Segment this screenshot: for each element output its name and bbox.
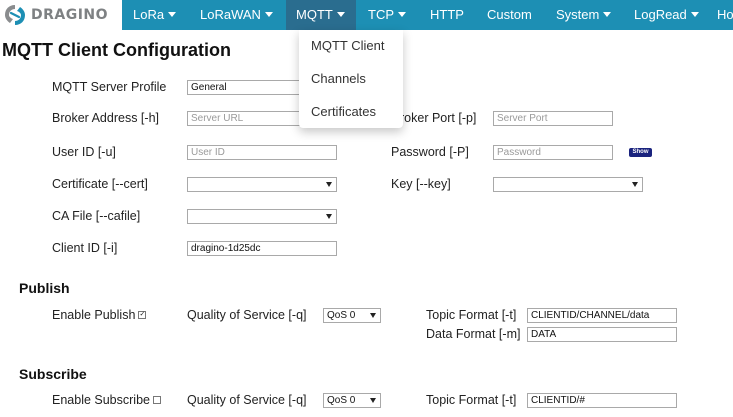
top-navbar: DRAGINO LoRa LoRaWAN MQTT TCP HTTP Custo…	[0, 0, 733, 30]
nav-system-label: System	[556, 7, 600, 22]
publish-qos-label: Quality of Service [-q]	[187, 308, 307, 322]
publish-qos-select[interactable]: QoS 0	[323, 308, 381, 323]
broker-port-input[interactable]: Server Port	[493, 111, 613, 126]
server-profile-value: General	[191, 82, 227, 93]
subscribe-qos-select[interactable]: QoS 0	[323, 393, 381, 408]
client-id-label: Client ID [-i]	[52, 241, 118, 255]
caret-down-icon	[690, 12, 699, 18]
nav-logread-label: LogRead	[634, 7, 687, 22]
broker-port-label: roker Port [-p]	[400, 111, 477, 125]
dragino-logo-icon	[5, 5, 25, 25]
key-select[interactable]	[493, 177, 643, 192]
nav-mqtt-label: MQTT	[296, 7, 333, 22]
certificate-label: Certificate [--cert]	[52, 177, 148, 191]
menu-item-certificates[interactable]: Certificates	[311, 104, 376, 119]
nav-mqtt[interactable]: MQTT	[286, 0, 356, 30]
brand-name: DRAGINO	[31, 7, 109, 23]
select-arrow-icon	[370, 313, 376, 318]
user-id-input[interactable]: User ID	[187, 145, 337, 160]
password-label: Password [-P]	[391, 145, 469, 159]
subscribe-topic-label: Topic Format [-t]	[426, 393, 517, 407]
client-id-input[interactable]: dragino-1d25dc	[187, 241, 337, 256]
caret-down-icon	[603, 12, 612, 18]
enable-subscribe-text: Enable Subscribe	[52, 393, 150, 407]
publish-section-title: Publish	[19, 280, 70, 296]
caret-down-icon	[264, 12, 273, 18]
nav-lora[interactable]: LoRa	[133, 0, 177, 30]
publish-data-label: Data Format [-m]	[426, 327, 521, 341]
enable-publish-label: Enable Publish ✓	[52, 308, 147, 322]
nav-system[interactable]: System	[556, 0, 612, 30]
broker-address-label: Broker Address [-h]	[52, 111, 159, 125]
nav-tcp-label: TCP	[368, 7, 394, 22]
nav-home-label: Ho	[717, 7, 733, 22]
publish-qos-value: QoS 0	[327, 310, 356, 321]
mqtt-dropdown-menu: MQTT Client Channels Certificates	[299, 30, 403, 128]
menu-item-mqtt-client[interactable]: MQTT Client	[311, 38, 384, 53]
user-id-label: User ID [-u]	[52, 145, 116, 159]
show-password-button[interactable]: Show	[629, 148, 652, 157]
page-title: MQTT Client Configuration	[2, 40, 231, 60]
nav-http-label: HTTP	[430, 7, 464, 22]
nav-custom[interactable]: Custom	[487, 0, 532, 30]
caret-down-icon	[168, 12, 177, 18]
nav-lorawan[interactable]: LoRaWAN	[200, 0, 273, 30]
select-arrow-icon	[326, 214, 332, 219]
publish-data-input[interactable]: DATA	[527, 327, 677, 342]
subscribe-qos-value: QoS 0	[327, 395, 356, 406]
brand[interactable]: DRAGINO	[0, 0, 122, 30]
key-label: Key [--key]	[391, 177, 451, 191]
nav-home[interactable]: Ho	[717, 0, 733, 30]
nav-custom-label: Custom	[487, 7, 532, 22]
nav-tcp[interactable]: TCP	[368, 0, 406, 30]
publish-topic-input[interactable]: CLIENTID/CHANNEL/data	[527, 308, 677, 323]
select-arrow-icon	[632, 182, 638, 187]
subscribe-section-title: Subscribe	[19, 366, 87, 382]
ca-file-select[interactable]	[187, 209, 337, 224]
server-profile-label: MQTT Server Profile	[52, 80, 167, 94]
select-arrow-icon	[370, 398, 376, 403]
subscribe-qos-label: Quality of Service [-q]	[187, 393, 307, 407]
nav-lorawan-label: LoRaWAN	[200, 7, 261, 22]
ca-file-label: CA File [--cafile]	[52, 209, 141, 223]
subscribe-topic-input[interactable]: CLIENTID/#	[527, 393, 677, 408]
menu-item-channels[interactable]: Channels	[311, 71, 366, 86]
enable-publish-checkbox[interactable]: ✓	[138, 310, 147, 319]
enable-subscribe-checkbox[interactable]	[152, 395, 161, 404]
publish-topic-label: Topic Format [-t]	[426, 308, 517, 322]
enable-publish-text: Enable Publish	[52, 308, 136, 322]
password-input[interactable]: Password	[493, 145, 613, 160]
nav-logread[interactable]: LogRead	[634, 0, 699, 30]
nav-http[interactable]: HTTP	[430, 0, 464, 30]
caret-down-icon	[398, 12, 406, 18]
nav-lora-label: LoRa	[133, 7, 165, 22]
caret-down-icon	[336, 12, 345, 18]
certificate-select[interactable]	[187, 177, 337, 192]
enable-subscribe-label: Enable Subscribe	[52, 393, 161, 407]
select-arrow-icon	[326, 182, 332, 187]
